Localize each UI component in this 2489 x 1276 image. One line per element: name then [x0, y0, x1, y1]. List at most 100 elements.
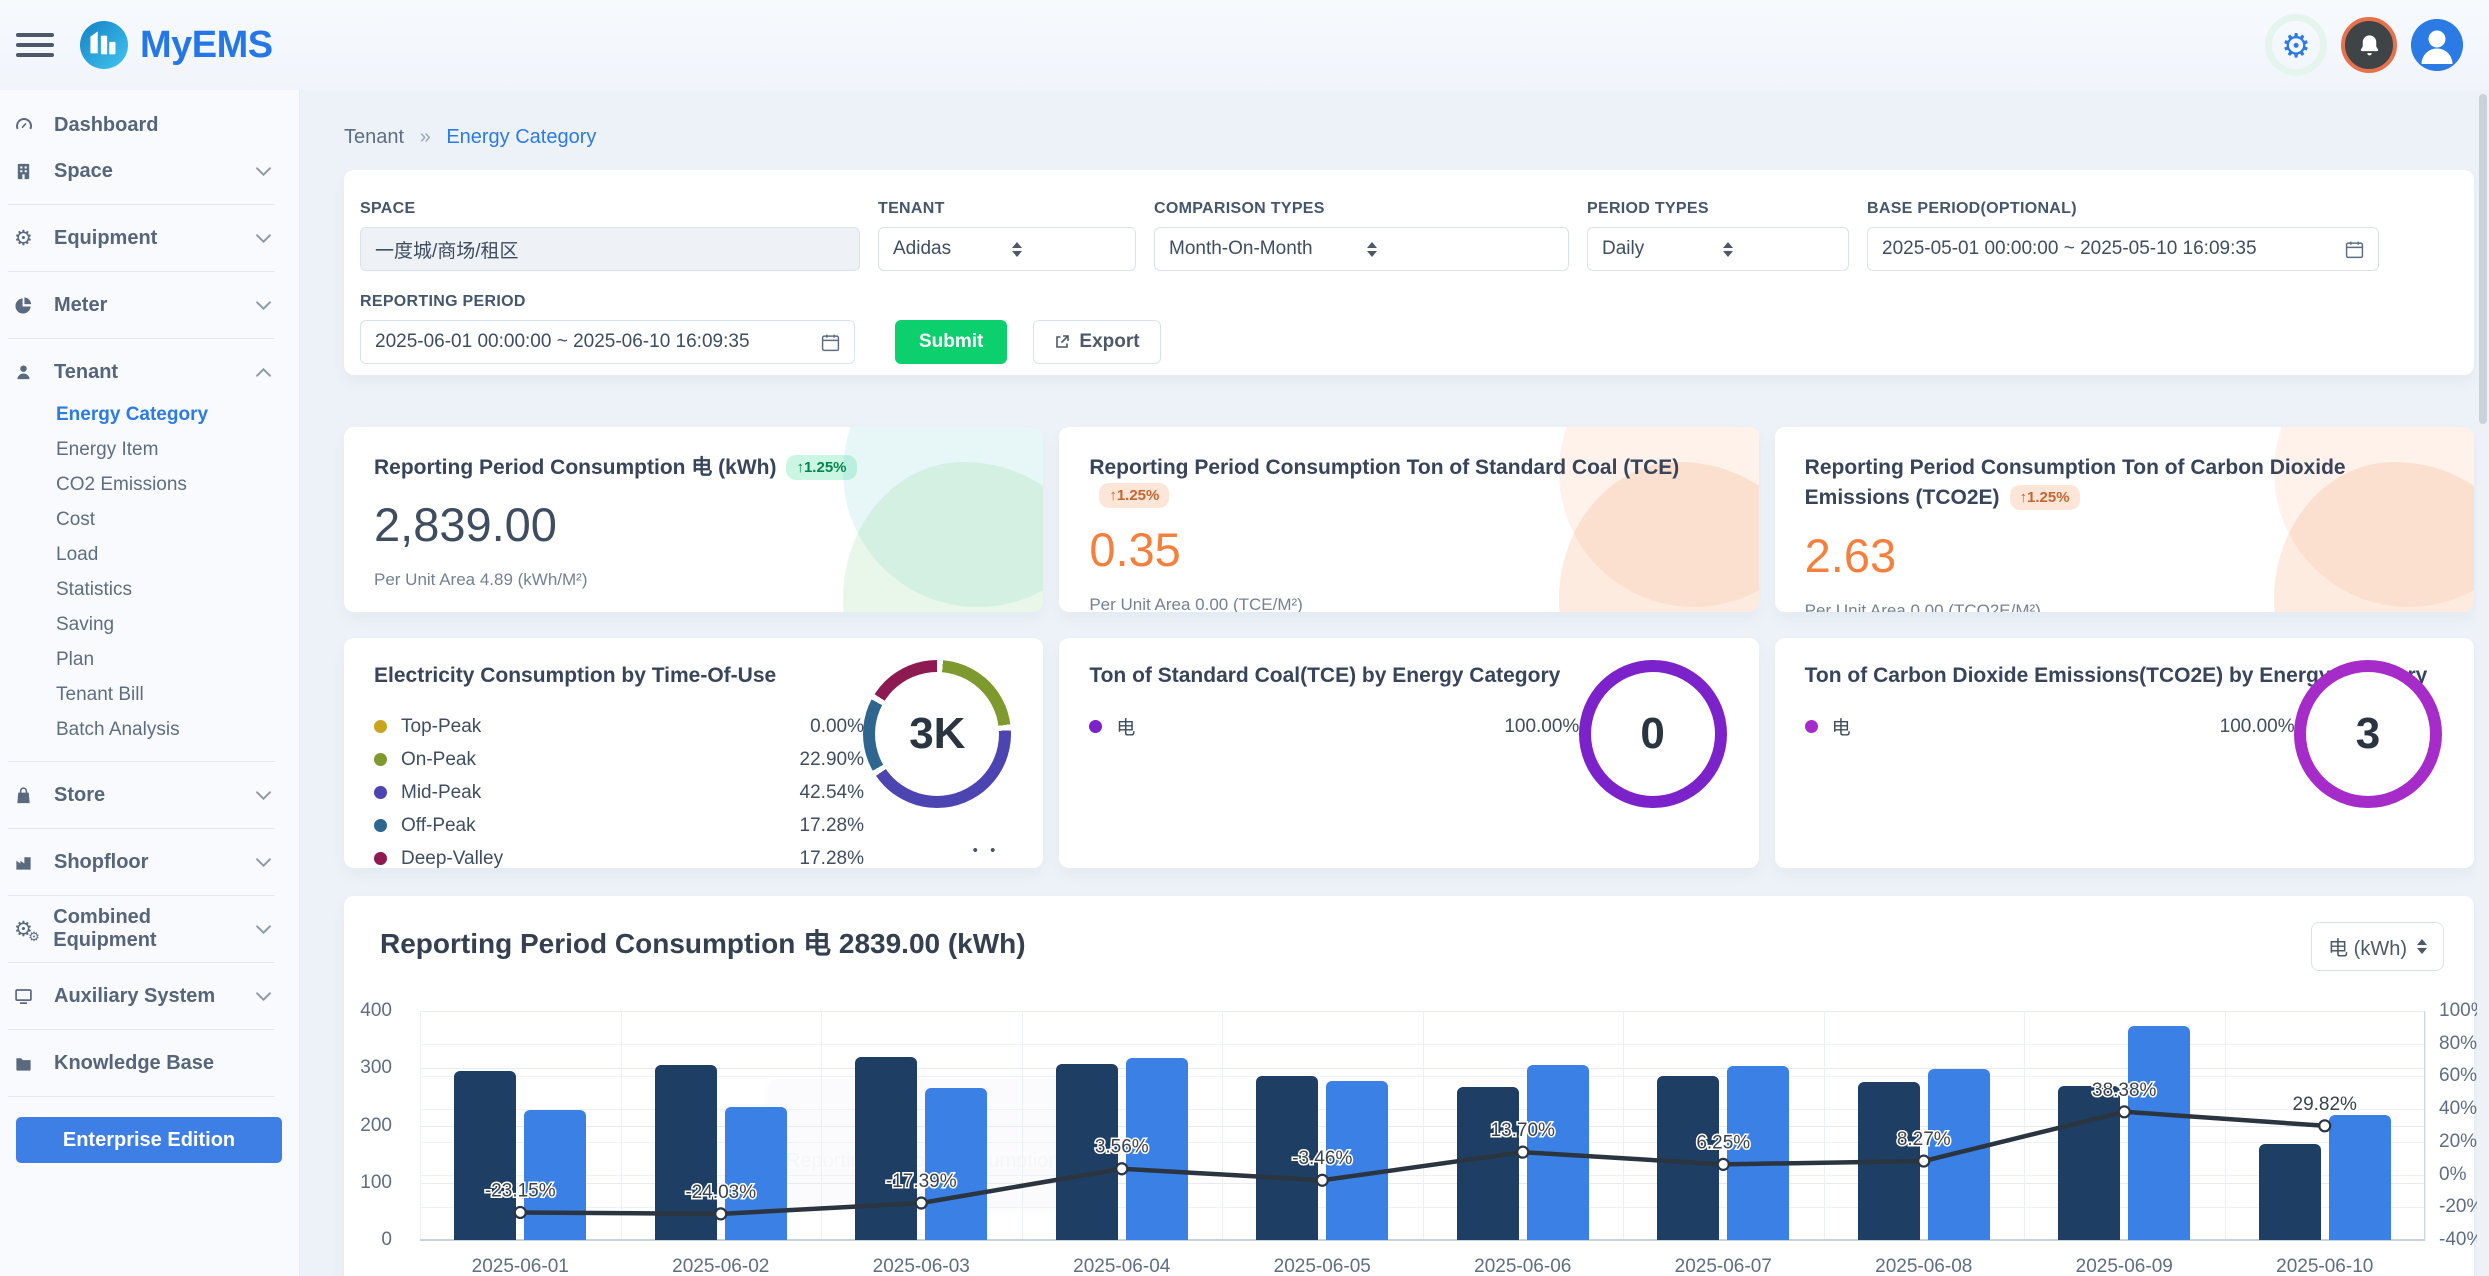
calendar-icon: [821, 333, 840, 352]
line-marker: [2119, 1106, 2130, 1117]
legend-item-on-peak[interactable]: On-Peak22.90%: [374, 743, 864, 776]
line-marker: [916, 1198, 927, 1209]
donut-center-label: 3K: [909, 709, 965, 759]
enterprise-edition-button[interactable]: Enterprise Edition: [16, 1117, 282, 1163]
scrollbar-thumb[interactable]: [2479, 94, 2487, 424]
sidebar-item-tenant[interactable]: Tenant: [0, 349, 299, 395]
legend-dot-icon: [374, 720, 387, 733]
donut-chart: 0: [1579, 660, 1727, 808]
sidebar-subitem-energy-item[interactable]: Energy Item: [0, 432, 299, 467]
line-label: -24.03%: [685, 1182, 756, 1203]
stat-footnote: Per Unit Area 0.00 (TCE/M²): [1089, 595, 1728, 612]
brand-name: MyEMS: [140, 24, 273, 67]
sidebar-subitem-co2-emissions[interactable]: CO2 Emissions: [0, 467, 299, 502]
comparison-types-select[interactable]: Month-On-Month: [1154, 227, 1569, 271]
legend-item-mid-peak[interactable]: Mid-Peak42.54%: [374, 776, 864, 809]
sidebar-divider: [8, 1029, 275, 1030]
sidebar-item-knowledge-base[interactable]: Knowledge Base: [0, 1040, 299, 1086]
space-input[interactable]: [360, 227, 860, 271]
legend-item-deep-valley[interactable]: Deep-Valley17.28%: [374, 842, 864, 875]
stat-title: Reporting Period Consumption Ton of Stan…: [1089, 456, 1679, 479]
tenant-select[interactable]: Adidas: [878, 227, 1136, 271]
sidebar-subitem-statistics[interactable]: Statistics: [0, 572, 299, 607]
sidebar-subitem-energy-category[interactable]: Energy Category: [0, 397, 299, 432]
chart-plot-area: Reporting Period Consumption 308.00 2025…: [420, 1011, 2425, 1240]
sidebar-divider: [8, 204, 275, 205]
y-axis-right-tick: 0%: [2439, 1164, 2466, 1186]
donut-cards-row: Electricity Consumption by Time-Of-Use T…: [344, 638, 2474, 868]
base-period-input[interactable]: 2025-05-01 00:00:00 ~ 2025-05-10 16:09:3…: [1867, 227, 2379, 271]
chevron-down-icon: [256, 992, 271, 1001]
main-content: Tenant » Energy Category SPACE TENANT Ad…: [300, 90, 2489, 1276]
sidebar-item-store[interactable]: Store: [0, 772, 299, 818]
tenant-label: TENANT: [878, 200, 1136, 218]
export-button[interactable]: Export: [1033, 320, 1160, 364]
chevron-down-icon: [256, 234, 271, 243]
bag-icon: [14, 786, 54, 805]
sidebar-item-space[interactable]: Space: [0, 148, 299, 194]
sidebar-divider: [8, 828, 275, 829]
legend-pagination-dots[interactable]: • •: [973, 842, 1000, 859]
sidebar-subitem-saving[interactable]: Saving: [0, 607, 299, 642]
sidebar-divider: [8, 338, 275, 339]
line-marker: [1116, 1163, 1127, 1174]
stat-footnote: Per Unit Area 4.89 (kWh/M²): [374, 570, 1013, 590]
sidebar-item-shopfloor[interactable]: Shopfloor: [0, 839, 299, 885]
query-form-panel: SPACE TENANT Adidas COMPARISON TYPES Mon…: [344, 170, 2474, 375]
donut-center-label: 3: [2356, 709, 2380, 759]
legend-item--[interactable]: 电100.00%: [1089, 710, 1579, 743]
notifications-button[interactable]: [2341, 17, 2397, 73]
legend-item--[interactable]: 电100.00%: [1805, 710, 2295, 743]
line-marker: [1517, 1147, 1528, 1158]
sidebar-item-combined-equipment[interactable]: ⚙⚙Combined Equipment: [0, 906, 299, 952]
sidebar-subitem-plan[interactable]: Plan: [0, 642, 299, 677]
chevron-up-icon: [256, 368, 271, 377]
x-axis-label: 2025-06-08: [1824, 1256, 2025, 1276]
sidebar-subitem-tenant-bill[interactable]: Tenant Bill: [0, 677, 299, 712]
hamburger-menu-icon[interactable]: [16, 31, 54, 59]
legend-dot-icon: [374, 753, 387, 766]
top-navbar: MyEMS ⚙: [0, 0, 2489, 90]
breadcrumb-parent[interactable]: Tenant: [344, 126, 404, 148]
sidebar-item-meter[interactable]: Meter: [0, 282, 299, 328]
y-axis-right-tick: 20%: [2439, 1131, 2477, 1153]
line-marker: [1718, 1159, 1729, 1170]
select-caret-icon: [2417, 939, 2427, 954]
base-period-label: BASE PERIOD(OPTIONAL): [1867, 200, 2379, 218]
sidebar: DashboardSpace⚙EquipmentMeterTenantEnerg…: [0, 90, 300, 1276]
legend-dot-icon: [374, 786, 387, 799]
line-label: 29.82%: [2293, 1094, 2358, 1115]
gridline: [2425, 1011, 2426, 1240]
reporting-period-input[interactable]: 2025-06-01 00:00:00 ~ 2025-06-10 16:09:3…: [360, 320, 855, 364]
submit-button[interactable]: Submit: [895, 320, 1007, 364]
x-axis-label: 2025-06-09: [2024, 1256, 2225, 1276]
settings-button[interactable]: ⚙: [2265, 14, 2327, 76]
sidebar-item-dashboard[interactable]: Dashboard: [0, 102, 299, 148]
sidebar-item-equipment[interactable]: ⚙Equipment: [0, 215, 299, 261]
breadcrumb: Tenant » Energy Category: [344, 124, 2474, 150]
legend-item-top-peak[interactable]: Top-Peak0.00%: [374, 710, 864, 743]
sidebar-subitem-load[interactable]: Load: [0, 537, 299, 572]
chart-title: Reporting Period Consumption 电 2839.00 (…: [380, 922, 1026, 962]
donut-legend: 电100.00%: [1089, 710, 1579, 743]
gauge-icon: [14, 115, 54, 135]
export-icon: [1054, 334, 1070, 350]
legend-item-off-peak[interactable]: Off-Peak17.28%: [374, 809, 864, 842]
legend-dot-icon: [374, 852, 387, 865]
unit-selector[interactable]: 电 (kWh): [2311, 922, 2444, 971]
breadcrumb-current[interactable]: Energy Category: [446, 126, 596, 148]
line-label: 8.27%: [1897, 1129, 1951, 1150]
chevron-down-icon: [256, 791, 271, 800]
app-logo[interactable]: MyEMS: [80, 21, 273, 69]
line-label: -23.15%: [485, 1180, 556, 1201]
sidebar-item-auxiliary-system[interactable]: Auxiliary System: [0, 973, 299, 1019]
line-label: -17.39%: [886, 1171, 957, 1192]
sidebar-subitem-batch-analysis[interactable]: Batch Analysis: [0, 712, 299, 747]
account-button[interactable]: [2411, 19, 2463, 71]
vertical-scrollbar[interactable]: [2477, 90, 2489, 1276]
gear-icon: ⚙: [2281, 29, 2311, 62]
period-types-select[interactable]: Daily: [1587, 227, 1849, 271]
sidebar-divider: [8, 1096, 275, 1097]
folder-icon: [14, 1054, 54, 1073]
sidebar-subitem-cost[interactable]: Cost: [0, 502, 299, 537]
